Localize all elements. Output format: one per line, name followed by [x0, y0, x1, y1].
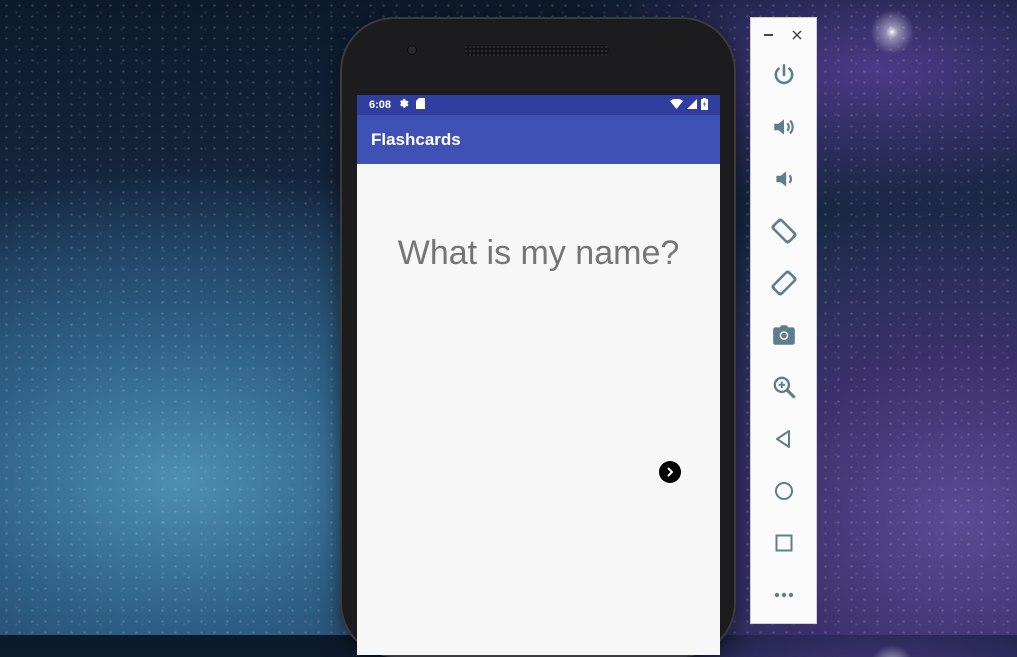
wifi-icon	[670, 98, 683, 112]
status-time: 6:08	[369, 99, 392, 111]
chevron-right-icon	[667, 467, 673, 477]
volume-up-icon	[774, 119, 794, 135]
front-camera	[408, 46, 416, 54]
volume-up-button[interactable]	[768, 111, 800, 143]
zoom-icon	[773, 376, 796, 399]
battery-icon	[701, 97, 708, 113]
power-icon	[774, 63, 794, 85]
rotate-right-button[interactable]	[768, 267, 800, 299]
zoom-button[interactable]	[768, 371, 800, 403]
signal-icon	[687, 98, 697, 112]
more-button[interactable]	[768, 579, 800, 611]
back-icon	[776, 430, 790, 448]
app-bar: Flashcards	[357, 115, 720, 164]
next-card-button[interactable]	[659, 461, 681, 483]
settings-icon	[398, 98, 409, 112]
speaker-grille	[464, 45, 609, 56]
camera-icon	[773, 325, 795, 345]
phone-frame: 6:08 Flashcards What is my name?	[340, 17, 736, 657]
overview-button[interactable]	[768, 527, 800, 559]
phone-screen[interactable]: 6:08 Flashcards What is my name?	[357, 95, 720, 655]
back-button[interactable]	[768, 423, 800, 455]
home-icon	[775, 482, 793, 500]
volume-down-icon	[776, 171, 792, 187]
home-button[interactable]	[768, 475, 800, 507]
app-title: Flashcards	[371, 129, 461, 149]
more-icon	[774, 592, 794, 598]
flashcard-question[interactable]: What is my name?	[357, 234, 720, 273]
rotate-left-button[interactable]	[768, 215, 800, 247]
rotate-left-icon	[771, 218, 797, 244]
minimize-icon[interactable]	[764, 34, 773, 36]
rotate-right-icon	[771, 270, 797, 296]
screenshot-button[interactable]	[768, 319, 800, 351]
window-controls	[751, 28, 816, 42]
emulator-toolbar	[750, 17, 817, 624]
close-icon[interactable]	[791, 28, 803, 46]
status-bar: 6:08	[357, 95, 720, 115]
volume-down-button[interactable]	[768, 163, 800, 195]
sd-card-icon	[416, 98, 426, 112]
power-button[interactable]	[768, 59, 800, 91]
overview-icon	[775, 534, 793, 552]
